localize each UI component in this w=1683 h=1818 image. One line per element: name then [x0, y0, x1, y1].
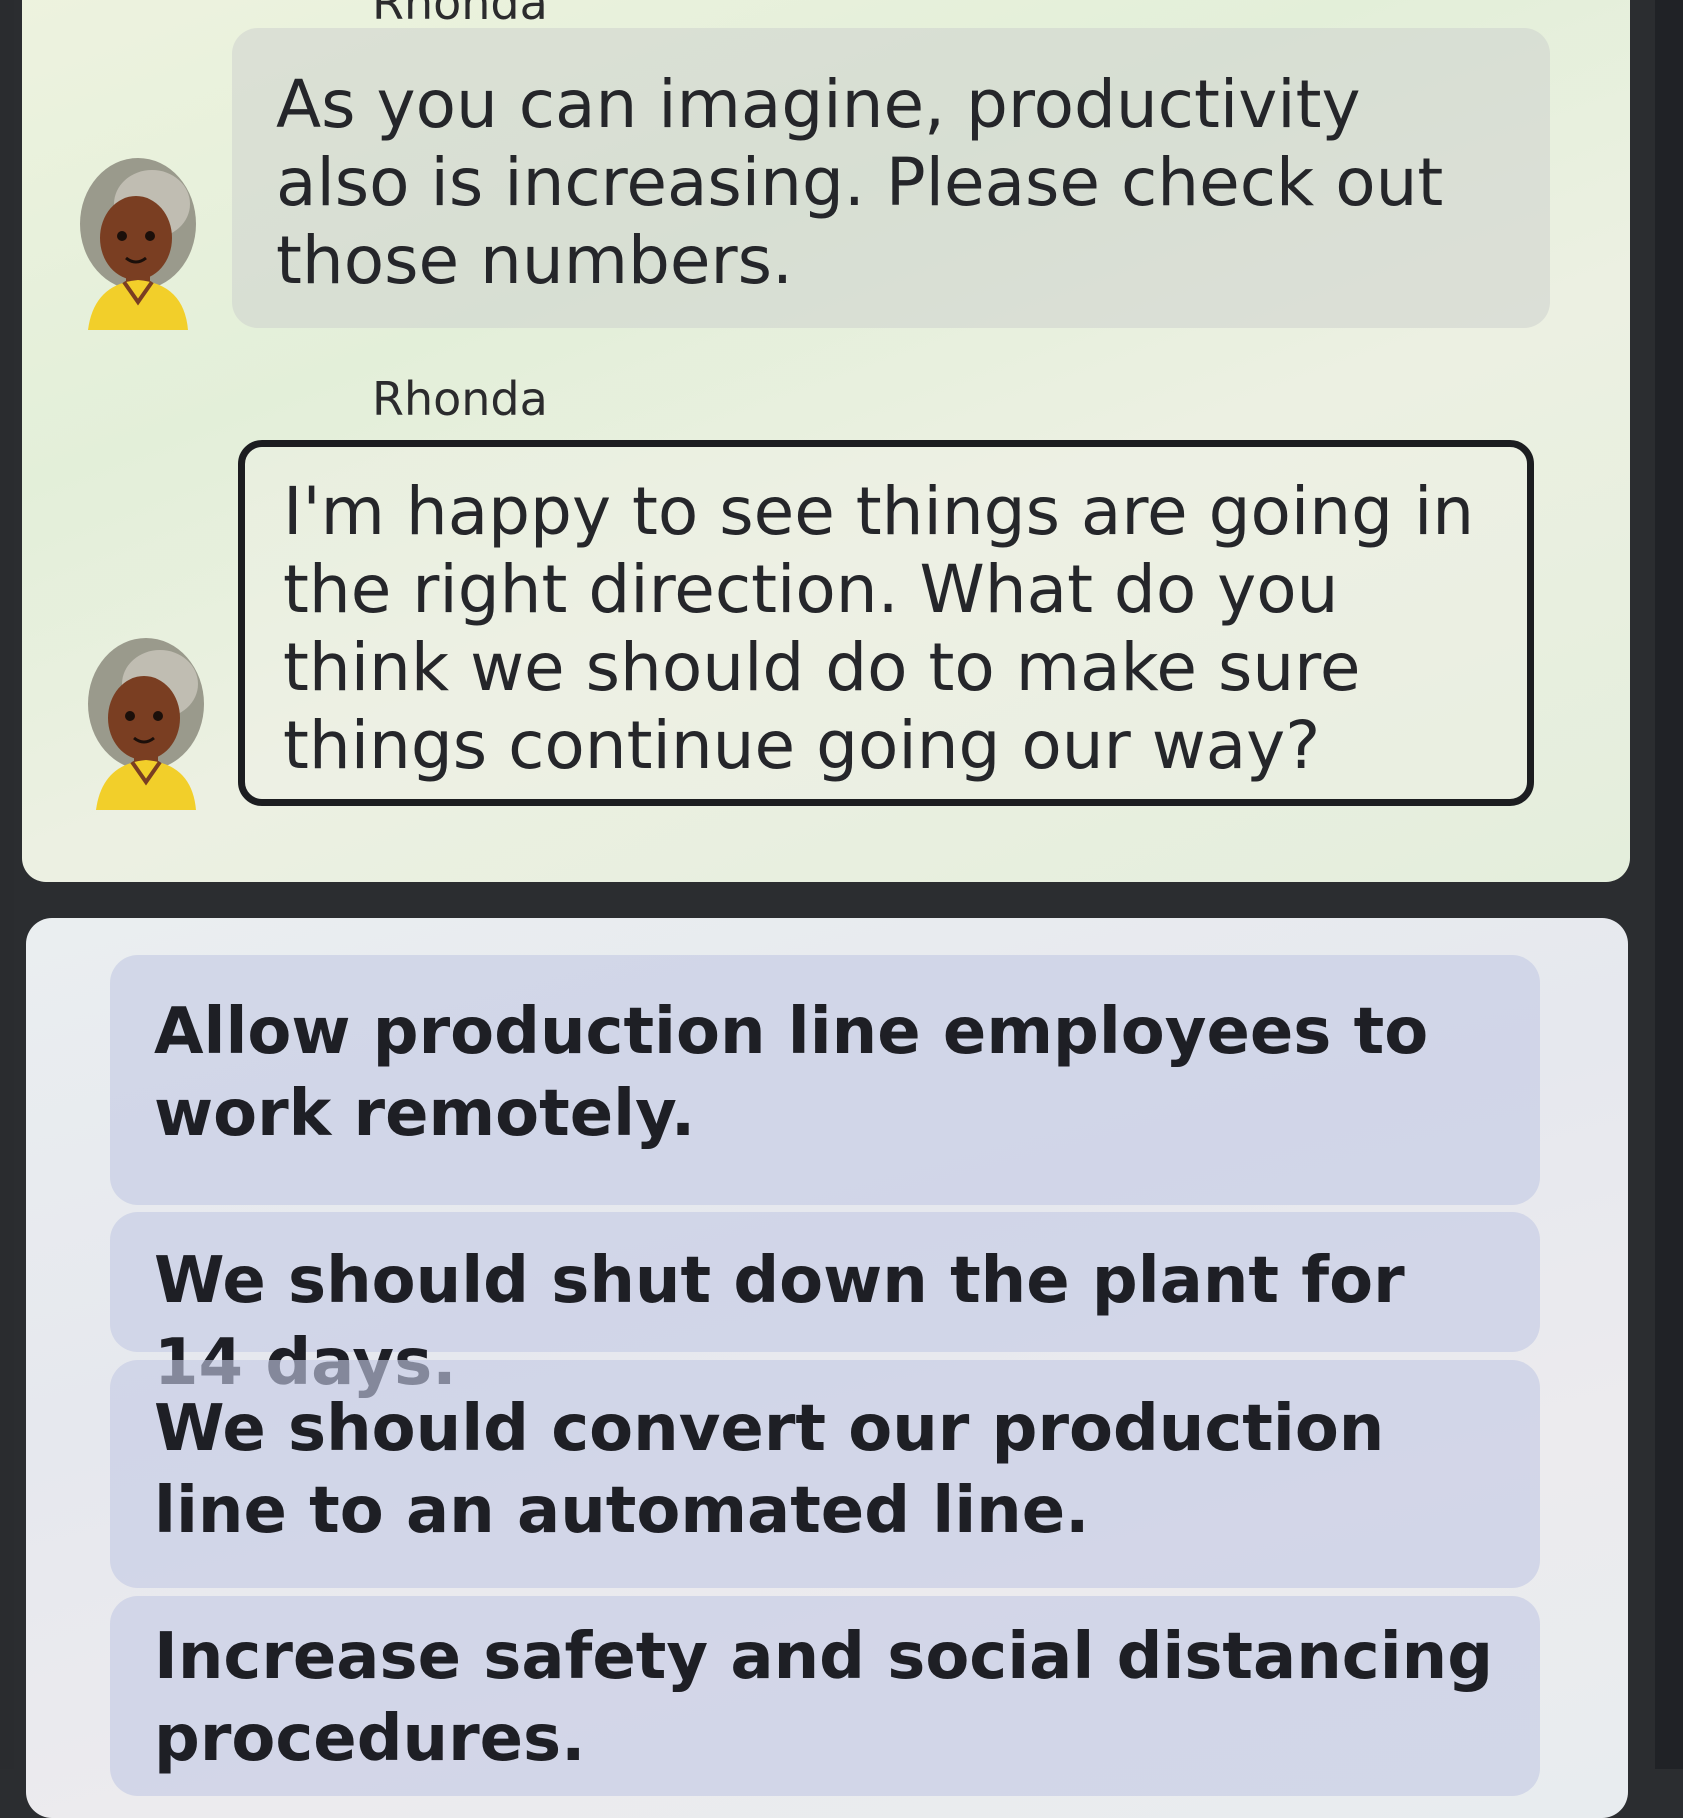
woman-avatar-icon: [88, 630, 218, 810]
response-option-automate-line[interactable]: We should convert our production line to…: [110, 1360, 1540, 1588]
message-text: As you can imagine, productivity also is…: [276, 66, 1444, 299]
woman-avatar-icon: [80, 150, 210, 330]
speaker-name: Rhonda: [372, 0, 548, 30]
message-bubble: As you can imagine, productivity also is…: [232, 28, 1550, 328]
option-label: Increase safety and social distancing pr…: [154, 1620, 1493, 1776]
response-option-shut-down-plant[interactable]: We should shut down the plant for 14 day…: [110, 1212, 1540, 1400]
screen-bezel-left: [0, 0, 14, 1769]
screen-bezel-right: [1655, 0, 1683, 1769]
option-label: Allow production line employees to work …: [154, 995, 1429, 1151]
response-option-increase-safety[interactable]: Increase safety and social distancing pr…: [110, 1596, 1540, 1796]
speaker-name: Rhonda: [372, 372, 548, 426]
option-label: We should convert our production line to…: [154, 1392, 1385, 1548]
message-text: I'm happy to see things are going in the…: [283, 473, 1475, 784]
response-option-remote-work[interactable]: Allow production line employees to work …: [110, 955, 1540, 1205]
current-question-bubble: I'm happy to see things are going in the…: [238, 440, 1534, 806]
